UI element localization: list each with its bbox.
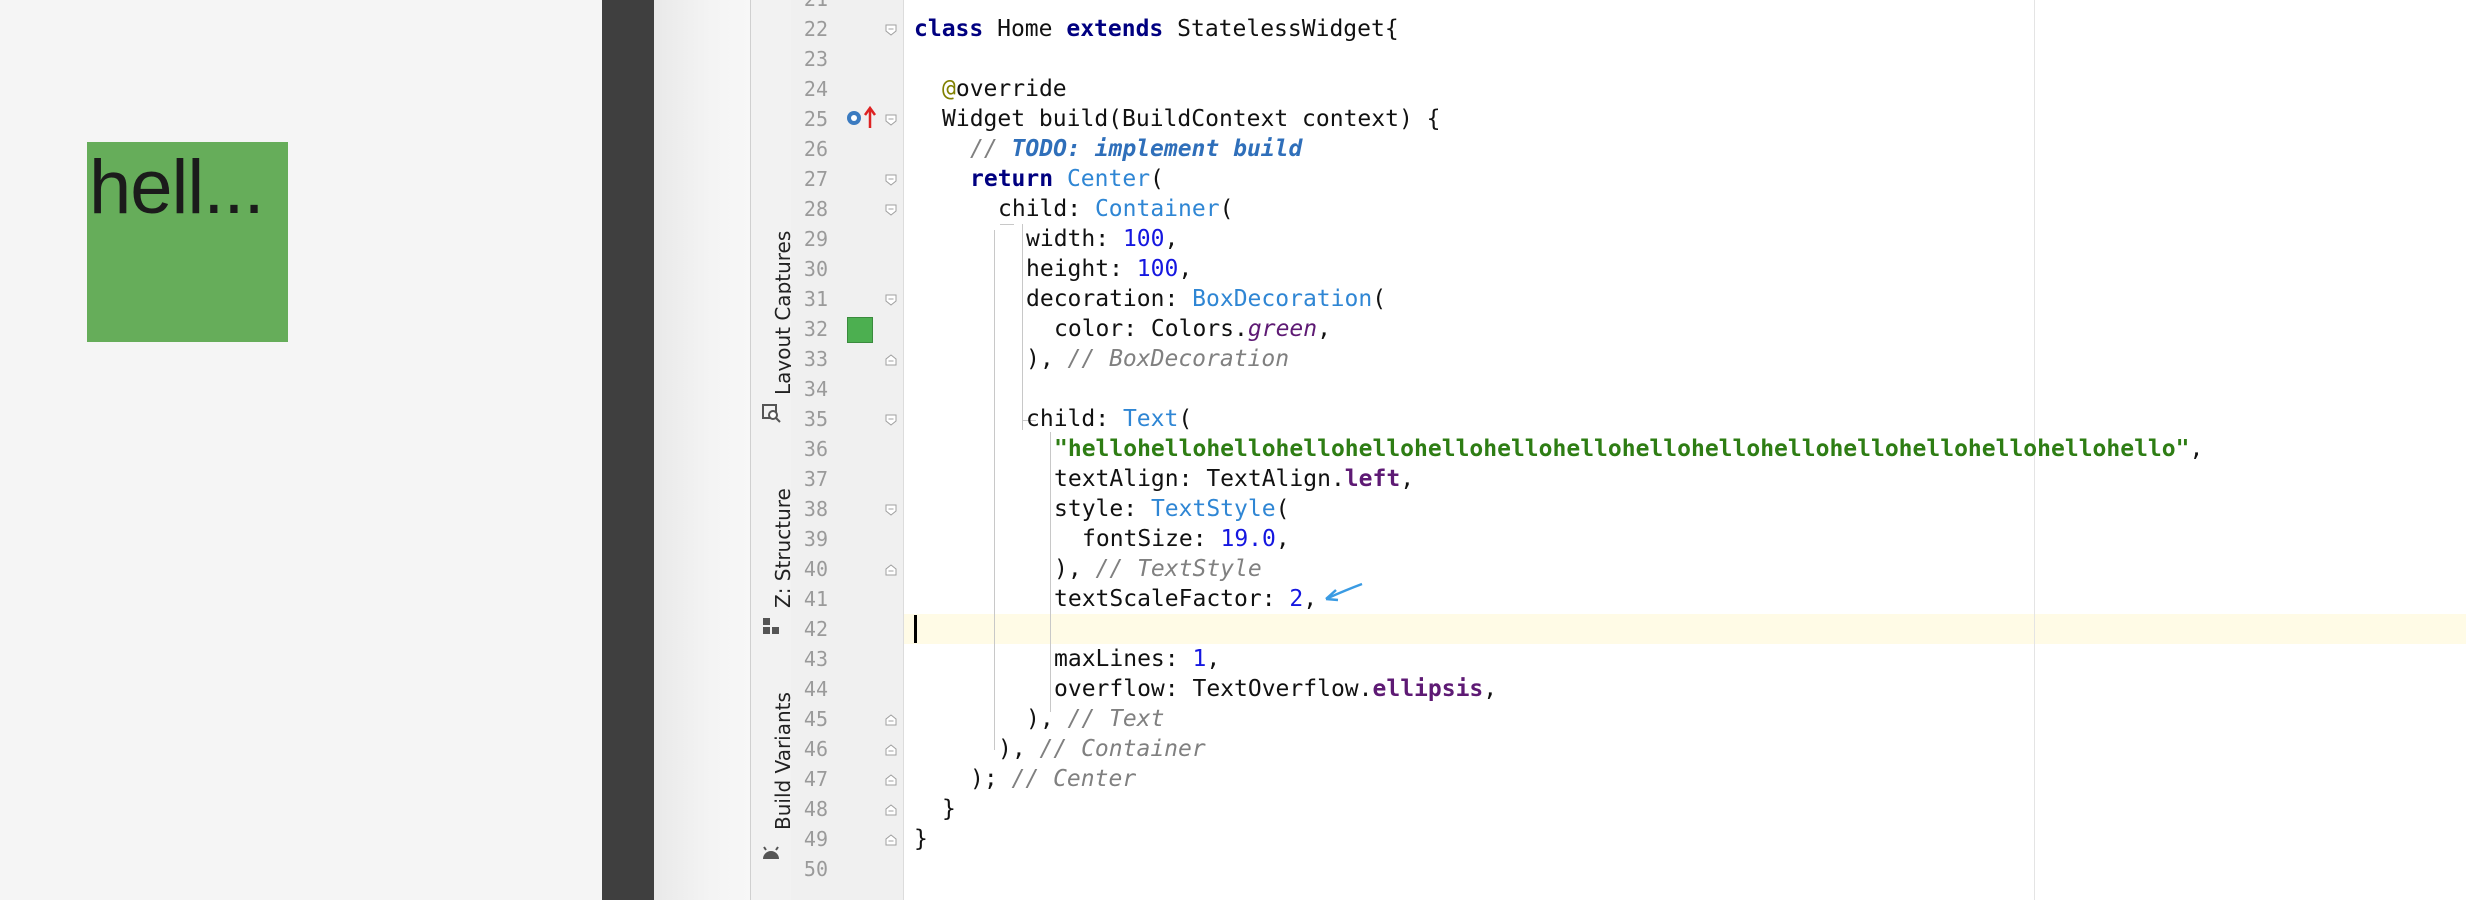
code-line-31: decoration: BoxDecoration( — [1026, 286, 1387, 312]
line-number: 29 — [803, 227, 828, 251]
code-line-26: // TODO: implement build — [970, 136, 1303, 162]
code-line-24: @override — [942, 76, 1067, 102]
layout-captures-tab[interactable]: Layout Captures — [751, 200, 795, 425]
code-line-35: child: Text( — [1026, 406, 1193, 432]
line-number: 25 — [803, 107, 828, 131]
line-number: 37 — [803, 467, 828, 491]
code-line-44: overflow: TextOverflow.ellipsis, — [1054, 676, 1498, 702]
annotation-arrow-icon — [1325, 582, 1363, 602]
code-editor[interactable]: class Home extends StatelessWidget{ @ove… — [904, 0, 2466, 900]
window-divider — [602, 0, 654, 900]
code-line-36: "hellohellohellohellohellohellohellohell… — [1054, 436, 2204, 462]
line-number: 23 — [803, 47, 828, 71]
code-line-49: } — [914, 826, 928, 852]
fold-close-icon[interactable] — [885, 354, 897, 366]
code-line-27: return Center( — [970, 166, 1164, 192]
line-number: 50 — [803, 857, 828, 881]
code-line-45: ), // Text — [1026, 706, 1165, 732]
fold-open-icon[interactable] — [885, 114, 897, 126]
code-line-47: ); // Center — [970, 766, 1137, 792]
fold-open-icon[interactable] — [885, 24, 897, 36]
line-number: 48 — [803, 797, 828, 821]
fold-close-icon[interactable] — [885, 744, 897, 756]
code-line-48: } — [942, 796, 956, 822]
build-variants-tab[interactable]: Build Variants — [751, 680, 795, 870]
line-number: 46 — [803, 737, 828, 761]
current-line-highlight — [904, 614, 2466, 644]
code-line-46: ), // Container — [998, 736, 1206, 762]
color-swatch-green[interactable] — [847, 317, 873, 343]
fold-open-icon[interactable] — [885, 294, 897, 306]
line-number: 36 — [803, 437, 828, 461]
structure-tab[interactable]: Z: Structure — [751, 470, 795, 640]
code-line-28: child: Container( — [998, 196, 1234, 222]
code-line-41: textScaleFactor: 2, — [1054, 586, 1318, 612]
line-number: 32 — [803, 317, 828, 341]
tool-window-strip: Layout Captures Z: Structure Build Varia… — [750, 0, 795, 900]
indent-guide — [994, 230, 995, 750]
truncated-text: hell... — [89, 145, 265, 230]
code-line-39: fontSize: 19.0, — [1082, 526, 1290, 552]
code-line-43: maxLines: 1, — [1054, 646, 1221, 672]
line-number: 28 — [803, 197, 828, 221]
line-number: 33 — [803, 347, 828, 371]
line-number: 49 — [803, 827, 828, 851]
line-number: 31 — [803, 287, 828, 311]
override-marker-icon[interactable] — [845, 106, 879, 130]
code-line-33: ), // BoxDecoration — [1026, 346, 1290, 372]
line-number: 30 — [803, 257, 828, 281]
indent-guide — [1050, 432, 1051, 712]
fold-open-icon[interactable] — [885, 204, 897, 216]
indent-guide — [1000, 224, 1014, 225]
indent-guide — [1022, 224, 1023, 430]
structure-icon — [763, 618, 779, 634]
editor-shadow — [654, 0, 750, 900]
fold-close-icon[interactable] — [885, 834, 897, 846]
code-line-30: height: 100, — [1026, 256, 1193, 282]
code-line-37: textAlign: TextAlign.left, — [1054, 466, 1415, 492]
line-number: 43 — [803, 647, 828, 671]
fold-close-icon[interactable] — [885, 774, 897, 786]
line-number: 35 — [803, 407, 828, 431]
fold-open-icon[interactable] — [885, 414, 897, 426]
code-line-22: class Home extends StatelessWidget{ — [914, 16, 1399, 42]
code-line-32: color: Colors.green, — [1054, 316, 1331, 342]
fold-close-icon[interactable] — [885, 714, 897, 726]
line-number: 44 — [803, 677, 828, 701]
line-number: 21 — [791, 0, 828, 14]
line-number: 26 — [803, 137, 828, 161]
android-icon — [763, 846, 779, 859]
fold-close-icon[interactable] — [885, 564, 897, 576]
code-line-25: Widget build(BuildContext context) { — [942, 106, 1441, 132]
app-preview: hell... — [0, 0, 602, 900]
line-number: 39 — [803, 527, 828, 551]
line-number: 24 — [803, 77, 828, 101]
code-line-40: ), // TextStyle — [1054, 556, 1262, 582]
line-number: 27 — [803, 167, 828, 191]
editor-gutter: 21 22 23 24 25 26 27 28 29 30 31 32 33 34 35 36 37 38 39 40… — [791, 0, 904, 900]
line-number: 34 — [803, 377, 828, 401]
line-number: 22 — [803, 17, 828, 41]
line-number: 45 — [803, 707, 828, 731]
line-number: 40 — [803, 557, 828, 581]
line-number: 42 — [803, 617, 828, 641]
layout-captures-icon — [762, 404, 781, 423]
line-number: 47 — [803, 767, 828, 791]
text-caret — [914, 615, 917, 643]
green-container[interactable]: hell... — [87, 142, 288, 342]
fold-open-icon[interactable] — [885, 174, 897, 186]
line-number: 41 — [803, 587, 828, 611]
code-line-38: style: TextStyle( — [1054, 496, 1290, 522]
line-number: 38 — [803, 497, 828, 521]
code-line-29: width: 100, — [1026, 226, 1179, 252]
fold-close-icon[interactable] — [885, 804, 897, 816]
fold-open-icon[interactable] — [885, 504, 897, 516]
